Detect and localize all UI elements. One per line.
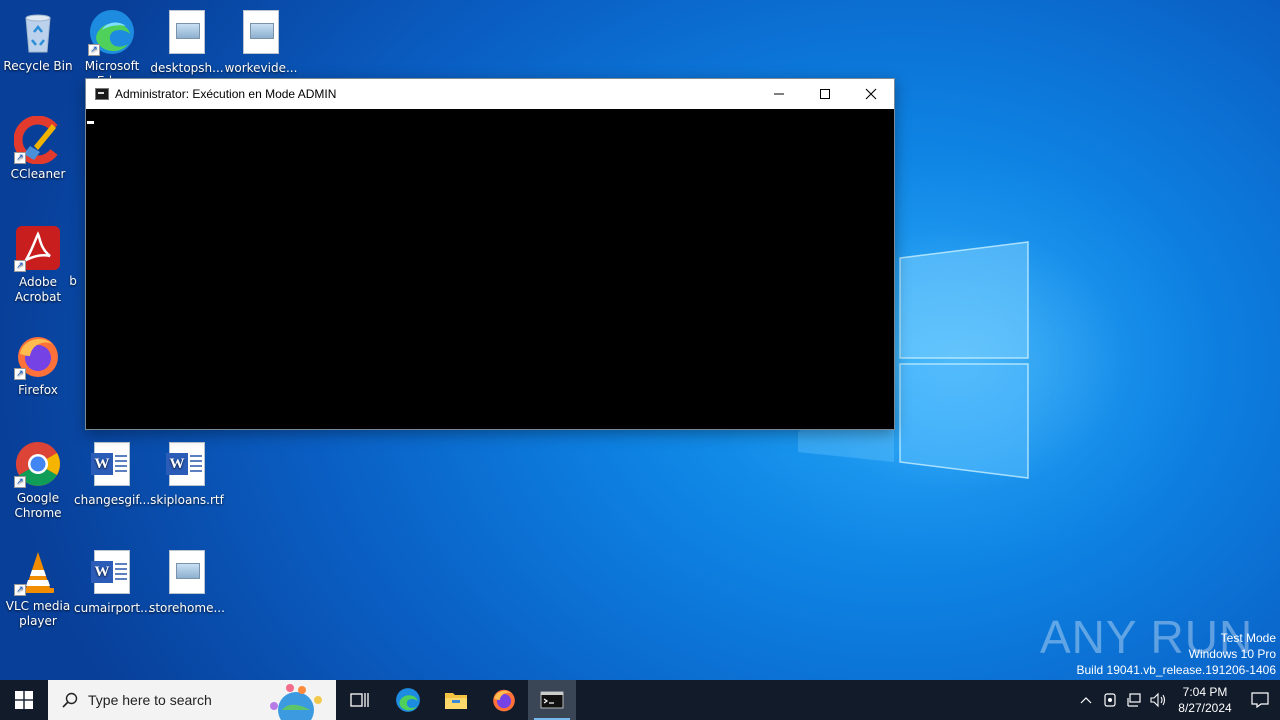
windows-start-icon <box>15 691 33 709</box>
firefox-icon: ↗ <box>14 332 62 380</box>
taskbar-clock[interactable]: 7:04 PM 8/27/2024 <box>1170 684 1240 716</box>
shortcut-arrow-icon: ↗ <box>14 152 26 164</box>
action-center-button[interactable] <box>1240 680 1280 720</box>
watermark-edition: Windows 10 Pro <box>1188 647 1276 661</box>
desktop-icon-label: storehome... <box>149 601 225 615</box>
image-file-icon <box>163 10 211 58</box>
taskbar-cmd-button[interactable] <box>528 680 576 720</box>
cmd-icon <box>540 691 564 709</box>
shortcut-arrow-icon: ↗ <box>14 584 26 596</box>
desktop-icon-vlc[interactable]: ↗ VLC media player <box>0 548 76 629</box>
acrobat-icon: ↗ <box>14 224 62 272</box>
tray-device-button[interactable] <box>1098 680 1122 720</box>
vlc-icon: ↗ <box>14 548 62 596</box>
word-file-icon: W <box>88 550 136 598</box>
desktop-icon-label: Google Chrome <box>14 491 62 520</box>
desktop-icon-label: changesgif... <box>74 493 151 507</box>
watermark-test-mode: Test Mode <box>1220 631 1276 645</box>
edge-icon: ↗ <box>88 8 136 56</box>
file-explorer-icon <box>445 693 467 709</box>
desktop-icon-storehome[interactable]: storehome... <box>149 548 225 616</box>
search-placeholder: Type here to search <box>88 692 212 708</box>
minimize-icon <box>774 93 784 95</box>
taskbar-file-explorer-button[interactable] <box>432 680 480 720</box>
os-watermark: Test Mode Windows 10 Pro Build 19041.vb_… <box>1077 630 1277 678</box>
console-output-area[interactable] <box>86 109 894 429</box>
search-icon <box>62 692 78 708</box>
system-tray: 7:04 PM 8/27/2024 <box>1074 680 1280 720</box>
volume-icon <box>1150 692 1166 708</box>
desktop-icon-skiploans[interactable]: W skiploans.rtf <box>149 440 225 508</box>
clock-date: 8/27/2024 <box>1178 701 1232 715</box>
close-icon <box>865 88 877 100</box>
task-view-icon <box>350 693 369 707</box>
task-view-button[interactable] <box>336 680 384 720</box>
desktop-icon-ccleaner[interactable]: ↗ CCleaner <box>0 115 76 182</box>
minimize-button[interactable] <box>756 79 802 109</box>
taskbar-search-box[interactable]: Type here to search <box>48 680 336 720</box>
word-file-icon: W <box>88 442 136 490</box>
desktop-icon-label: VLC media player <box>5 599 71 628</box>
console-window[interactable]: Administrator: Exécution en Mode ADMIN <box>85 78 895 430</box>
desktop-icon-label: skiploans.rtf <box>150 493 224 507</box>
notification-icon <box>1251 692 1269 708</box>
taskbar-firefox-button[interactable] <box>480 680 528 720</box>
text-cursor <box>87 121 94 124</box>
device-icon <box>1104 693 1116 707</box>
taskbar: Type here to search 7:04 PM 8/27/2024 <box>0 680 1280 720</box>
network-button[interactable] <box>1122 680 1146 720</box>
desktop-icon-changesgif[interactable]: W changesgif... <box>74 440 150 508</box>
image-file-icon <box>163 550 211 598</box>
desktop-icon-label: Firefox <box>18 383 58 397</box>
maximize-icon <box>820 89 830 99</box>
volume-button[interactable] <box>1146 680 1170 720</box>
desktop-icon-partial-label: b <box>58 274 88 289</box>
start-button[interactable] <box>0 680 48 720</box>
desktop-icon-label: CCleaner <box>10 167 66 181</box>
clock-time: 7:04 PM <box>1182 685 1228 699</box>
watermark-build: Build 19041.vb_release.191206-1406 <box>1076 663 1277 677</box>
firefox-icon <box>493 689 515 712</box>
shortcut-arrow-icon: ↗ <box>88 44 100 56</box>
desktop-icon-label: cumairport... <box>74 601 152 615</box>
cmd-icon <box>95 88 109 100</box>
desktop-icon-desktopsh[interactable]: desktopsh... <box>149 8 225 76</box>
image-file-icon <box>237 10 285 58</box>
edge-icon <box>396 688 420 712</box>
partial-icon-label: b <box>69 274 77 288</box>
search-highlight-icon <box>270 684 322 720</box>
ccleaner-icon: ↗ <box>13 115 62 165</box>
close-button[interactable] <box>848 79 894 109</box>
shortcut-arrow-icon: ↗ <box>14 476 26 488</box>
taskbar-edge-button[interactable] <box>384 680 432 720</box>
chevron-up-icon <box>1080 697 1092 704</box>
shortcut-arrow-icon: ↗ <box>14 260 26 272</box>
chrome-icon: ↗ <box>14 440 62 488</box>
window-title: Administrator: Exécution en Mode ADMIN <box>115 87 337 101</box>
shortcut-arrow-icon: ↗ <box>14 368 26 380</box>
desktop-icon-firefox[interactable]: ↗ Firefox <box>0 332 76 398</box>
desktop-icon-label: workevide... <box>224 61 298 75</box>
maximize-button[interactable] <box>802 79 848 109</box>
desktop-icon-adobe-acrobat[interactable]: ↗ Adobe Acrobat <box>0 224 76 305</box>
desktop-icon-google-chrome[interactable]: ↗ Google Chrome <box>0 440 76 521</box>
desktop-icon-recycle-bin[interactable]: Recycle Bin <box>0 8 76 74</box>
desktop-icon-label: desktopsh... <box>150 61 224 75</box>
desktop-icon-workevide[interactable]: workevide... <box>223 8 299 76</box>
show-hidden-icons-button[interactable] <box>1074 680 1098 720</box>
recycle-bin-icon <box>14 8 62 56</box>
desktop-icon-label: Microsoft Edge <box>84 59 140 80</box>
network-icon <box>1127 693 1141 707</box>
window-titlebar[interactable]: Administrator: Exécution en Mode ADMIN <box>86 79 894 109</box>
word-file-icon: W <box>163 442 211 490</box>
desktop-icon-cumairport[interactable]: W cumairport... <box>74 548 152 616</box>
desktop-icon-label: Recycle Bin <box>3 59 73 73</box>
desktop-icon-edge[interactable]: ↗ Microsoft Edge <box>74 8 150 80</box>
